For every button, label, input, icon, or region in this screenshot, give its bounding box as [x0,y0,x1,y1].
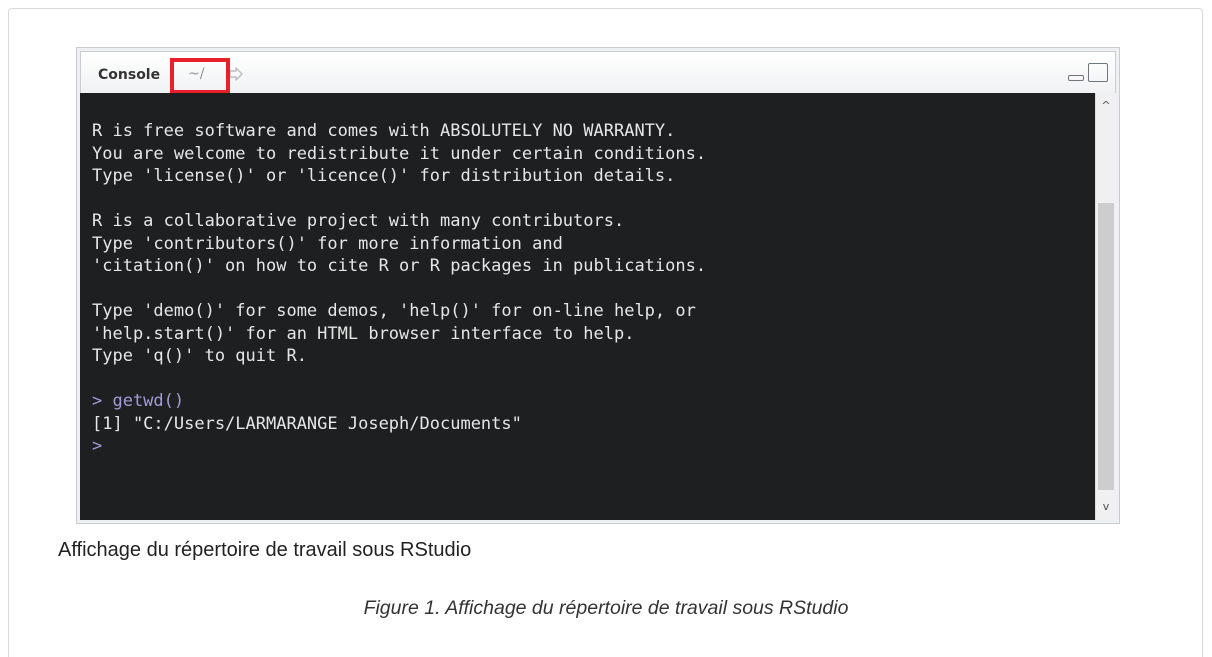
console-text: R is free software and comes with ABSOLU… [92,120,706,458]
console-scrollbar[interactable]: ^ v [1095,93,1116,520]
pane-window-controls [1062,63,1112,85]
console-output-line: Type 'q()' to quit R. [92,346,307,366]
console-output-line: Type 'demo()' for some demos, 'help()' f… [92,301,696,321]
console-output-line: R is free software and comes with ABSOLU… [92,121,676,141]
console-output-line: 'citation()' on how to cite R or R packa… [92,256,707,276]
console-output-line: Type 'contributors()' for more informati… [92,233,563,254]
scrollbar-thumb[interactable] [1098,203,1114,490]
console-command-line: > [92,436,103,456]
console-output-line: You are welcome to redistribute it under… [92,143,707,164]
image-alt-text: Affichage du répertoire de travail sous … [58,539,472,561]
console-output-line: 'help.start()' for an HTML browser inter… [92,323,635,344]
console-output[interactable]: R is free software and comes with ABSOLU… [80,93,1116,520]
chevron-up-icon[interactable]: ^ [1099,99,1113,113]
figure-caption: Figure 1. Affichage du répertoire de tra… [363,597,849,619]
chevron-down-icon[interactable]: v [1099,500,1113,514]
minimize-icon[interactable] [1068,75,1084,81]
maximize-icon[interactable] [1088,63,1108,82]
console-output-line: R is a collaborative project with many c… [92,211,625,231]
rstudio-console-screenshot: Console ~/ R is free software and comes … [76,47,1120,524]
highlight-box [170,58,230,94]
console-tab[interactable]: Console [98,67,160,83]
console-output-line: [1] "C:/Users/LARMARANGE Joseph/Document… [92,413,522,434]
console-command-line: > getwd() [92,391,185,411]
console-pane-header: Console ~/ [80,51,1116,94]
console-output-line: Type 'license()' or 'licence()' for dist… [92,166,676,186]
